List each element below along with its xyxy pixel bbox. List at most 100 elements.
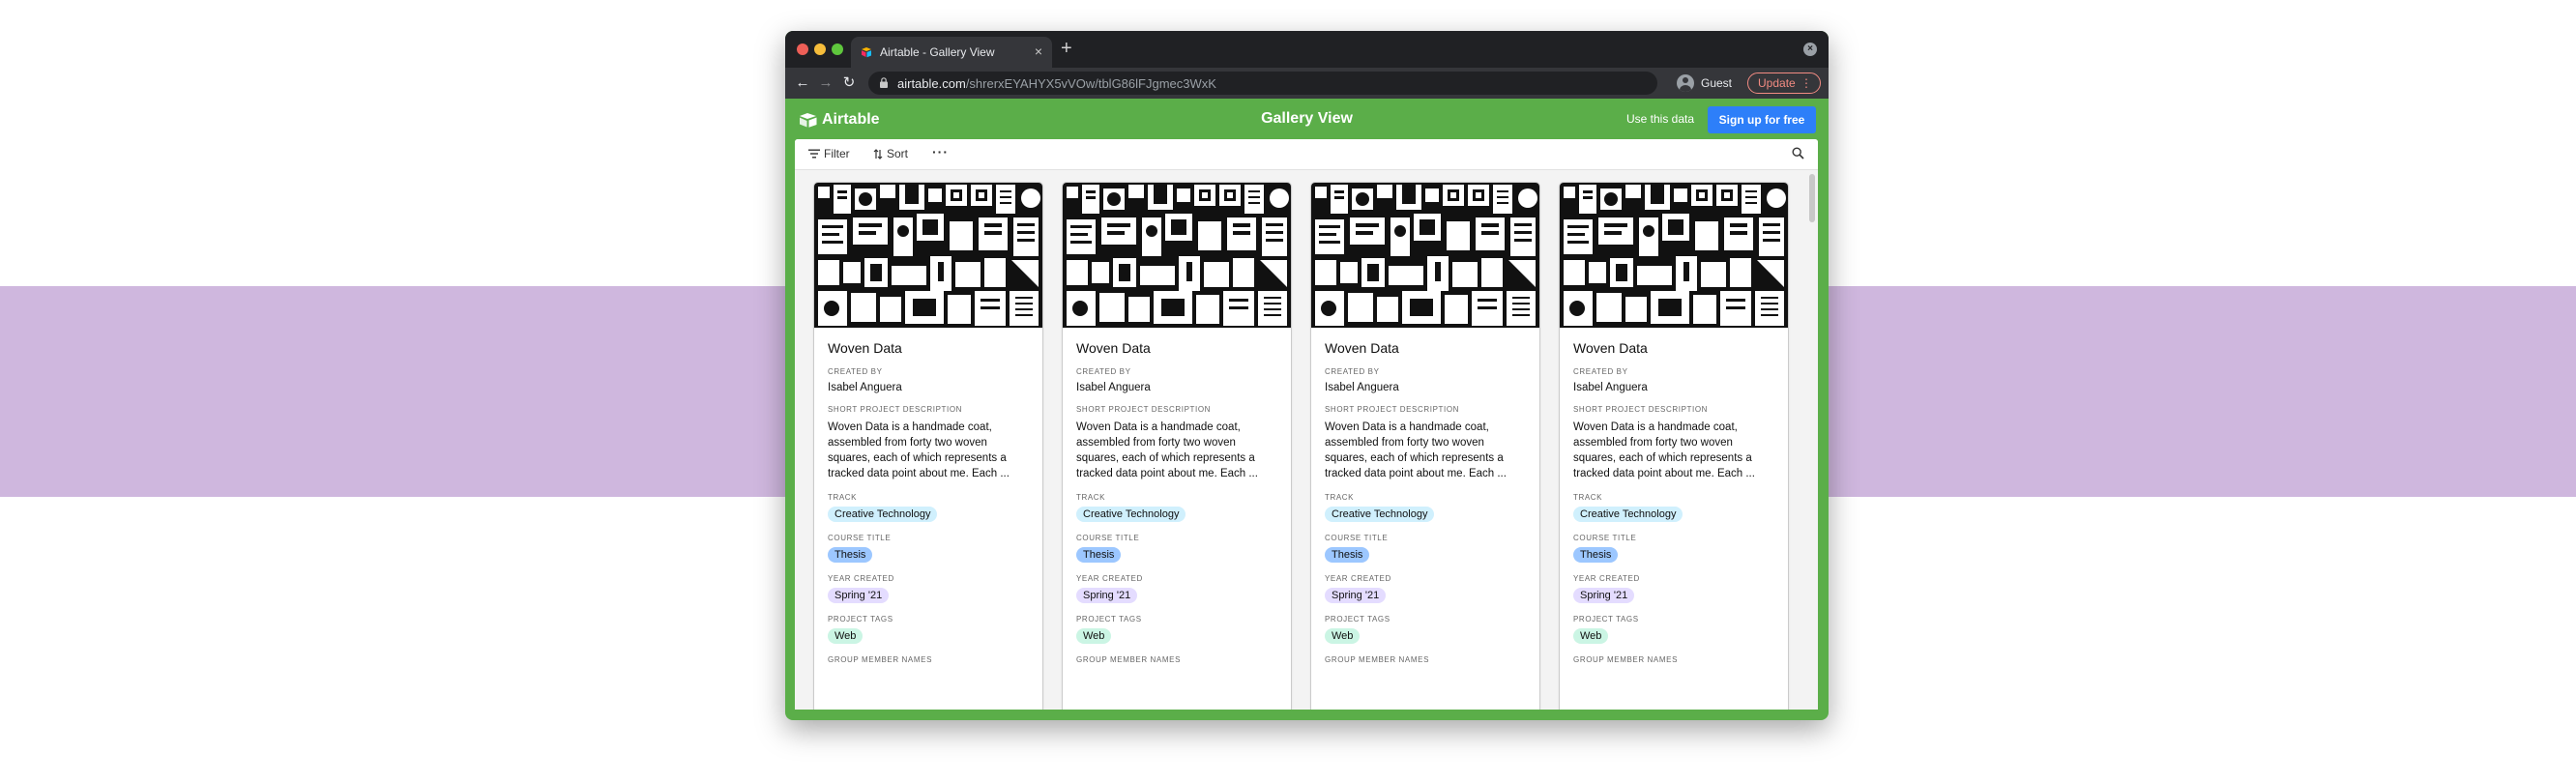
year-pill: Spring '21 xyxy=(1573,588,1635,603)
course-pill: Thesis xyxy=(1573,547,1619,563)
record-card[interactable]: Woven Data CREATED BY Isabel Anguera SHO… xyxy=(814,183,1042,710)
cover-image xyxy=(1560,183,1788,330)
track-pill: Creative Technology xyxy=(1076,507,1186,522)
year-pill: Spring '21 xyxy=(1325,588,1387,603)
description-value: Woven Data is a handmade coat, assembled… xyxy=(1573,421,1755,479)
course-pill: Thesis xyxy=(1325,547,1370,563)
year-label: YEAR CREATED xyxy=(1076,574,1143,583)
use-this-data-link[interactable]: Use this data xyxy=(1626,112,1694,126)
profile-label: Guest xyxy=(1701,76,1733,90)
cover-image xyxy=(1063,183,1291,330)
tags-pill: Web xyxy=(1076,628,1112,644)
browser-toolbar: ← → ↻ airtable.com/shrerxEYAHYX5vVOw/tbl… xyxy=(785,68,1829,99)
sort-icon xyxy=(873,148,883,160)
description-label: SHORT PROJECT DESCRIPTION xyxy=(1076,405,1212,414)
group-members-label: GROUP MEMBER NAMES xyxy=(1573,655,1678,664)
vertical-scrollbar[interactable] xyxy=(1809,174,1815,222)
reload-icon[interactable]: ↻ xyxy=(839,73,859,93)
app-header: Airtable Gallery View Use this data Sign… xyxy=(785,99,1829,139)
tab-strip: Airtable - Gallery View × + × xyxy=(785,31,1829,68)
lock-icon xyxy=(880,77,888,88)
description-label: SHORT PROJECT DESCRIPTION xyxy=(1573,405,1709,414)
year-pill: Spring '21 xyxy=(1076,588,1138,603)
created-by-value: Isabel Anguera xyxy=(1573,382,1648,393)
url-text: airtable.com/shrerxEYAHYX5vVOw/tblG86lFJ… xyxy=(897,76,1216,91)
course-label: COURSE TITLE xyxy=(1573,534,1637,542)
description-value: Woven Data is a handmade coat, assembled… xyxy=(828,421,1010,479)
back-arrow-icon[interactable]: ← xyxy=(793,73,812,93)
tags-pill: Web xyxy=(828,628,864,644)
gallery-grid: Woven Data CREATED BY Isabel Anguera SHO… xyxy=(814,183,1791,710)
year-label: YEAR CREATED xyxy=(1573,574,1640,583)
window-close-icon[interactable]: × xyxy=(1803,43,1817,56)
card-body: Woven Data CREATED BY Isabel Anguera SHO… xyxy=(1573,330,1776,664)
record-card[interactable]: Woven Data CREATED BY Isabel Anguera SHO… xyxy=(1560,183,1788,710)
tags-pill: Web xyxy=(1573,628,1609,644)
tags-label: PROJECT TAGS xyxy=(1076,615,1142,624)
course-pill: Thesis xyxy=(828,547,873,563)
sign-up-button[interactable]: Sign up for free xyxy=(1708,106,1816,133)
minimize-window-button[interactable] xyxy=(814,44,826,55)
created-by-label: CREATED BY xyxy=(828,367,883,376)
update-label: Update xyxy=(1758,76,1796,90)
created-by-value: Isabel Anguera xyxy=(828,382,902,393)
new-tab-button[interactable]: + xyxy=(1061,39,1072,58)
track-label: TRACK xyxy=(828,493,858,502)
track-label: TRACK xyxy=(1573,493,1603,502)
tab-title: Airtable - Gallery View xyxy=(880,45,995,59)
created-by-label: CREATED BY xyxy=(1076,367,1131,376)
group-members-label: GROUP MEMBER NAMES xyxy=(828,655,932,664)
view-bar: Filter Sort ··· xyxy=(795,139,1818,170)
tags-pill: Web xyxy=(1325,628,1361,644)
year-pill: Spring '21 xyxy=(828,588,890,603)
browser-window: Airtable - Gallery View × + × ← → ↻ airt… xyxy=(785,31,1829,720)
created-by-value: Isabel Anguera xyxy=(1076,382,1151,393)
maximize-window-button[interactable] xyxy=(832,44,843,55)
year-label: YEAR CREATED xyxy=(1325,574,1391,583)
cover-image xyxy=(1311,183,1539,330)
url-path: /shrerxEYAHYX5vVOw/tblG86lFJgmec3WxK xyxy=(965,76,1216,91)
forward-arrow-icon[interactable]: → xyxy=(816,73,835,93)
browser-tab[interactable]: Airtable - Gallery View × xyxy=(851,37,1052,68)
course-label: COURSE TITLE xyxy=(1325,534,1389,542)
close-window-button[interactable] xyxy=(797,44,808,55)
sort-button[interactable]: Sort xyxy=(873,147,908,160)
track-label: TRACK xyxy=(1325,493,1355,502)
tags-label: PROJECT TAGS xyxy=(828,615,893,624)
card-body: Woven Data CREATED BY Isabel Anguera SHO… xyxy=(828,330,1031,664)
more-options-icon[interactable]: ··· xyxy=(932,144,949,160)
cover-image xyxy=(814,183,1042,330)
menu-dots-icon: ⋮ xyxy=(1800,76,1812,90)
record-card[interactable]: Woven Data CREATED BY Isabel Anguera SHO… xyxy=(1063,183,1291,710)
card-title: Woven Data xyxy=(1076,340,1151,356)
track-pill: Creative Technology xyxy=(1325,507,1435,522)
filter-label: Filter xyxy=(824,147,850,160)
course-pill: Thesis xyxy=(1076,547,1122,563)
track-pill: Creative Technology xyxy=(828,507,938,522)
track-pill: Creative Technology xyxy=(1573,507,1683,522)
card-title: Woven Data xyxy=(828,340,902,356)
search-icon[interactable] xyxy=(1792,147,1804,160)
description-label: SHORT PROJECT DESCRIPTION xyxy=(828,405,963,414)
tab-close-icon[interactable]: × xyxy=(1035,44,1042,59)
tags-label: PROJECT TAGS xyxy=(1325,615,1390,624)
guest-avatar-icon xyxy=(1677,74,1694,92)
year-label: YEAR CREATED xyxy=(828,574,894,583)
group-members-label: GROUP MEMBER NAMES xyxy=(1076,655,1181,664)
update-button[interactable]: Update ⋮ xyxy=(1747,72,1821,94)
record-card[interactable]: Woven Data CREATED BY Isabel Anguera SHO… xyxy=(1311,183,1539,710)
course-label: COURSE TITLE xyxy=(828,534,892,542)
address-bar[interactable]: airtable.com/shrerxEYAHYX5vVOw/tblG86lFJ… xyxy=(868,72,1657,95)
created-by-label: CREATED BY xyxy=(1325,367,1380,376)
sort-label: Sort xyxy=(887,147,909,160)
card-title: Woven Data xyxy=(1325,340,1399,356)
description-value: Woven Data is a handmade coat, assembled… xyxy=(1325,421,1507,479)
created-by-value: Isabel Anguera xyxy=(1325,382,1399,393)
filter-button[interactable]: Filter xyxy=(808,147,850,160)
description-value: Woven Data is a handmade coat, assembled… xyxy=(1076,421,1258,479)
profile-button[interactable]: Guest xyxy=(1677,72,1732,95)
track-label: TRACK xyxy=(1076,493,1106,502)
airtable-favicon-icon xyxy=(862,47,871,58)
course-label: COURSE TITLE xyxy=(1076,534,1140,542)
created-by-label: CREATED BY xyxy=(1573,367,1628,376)
